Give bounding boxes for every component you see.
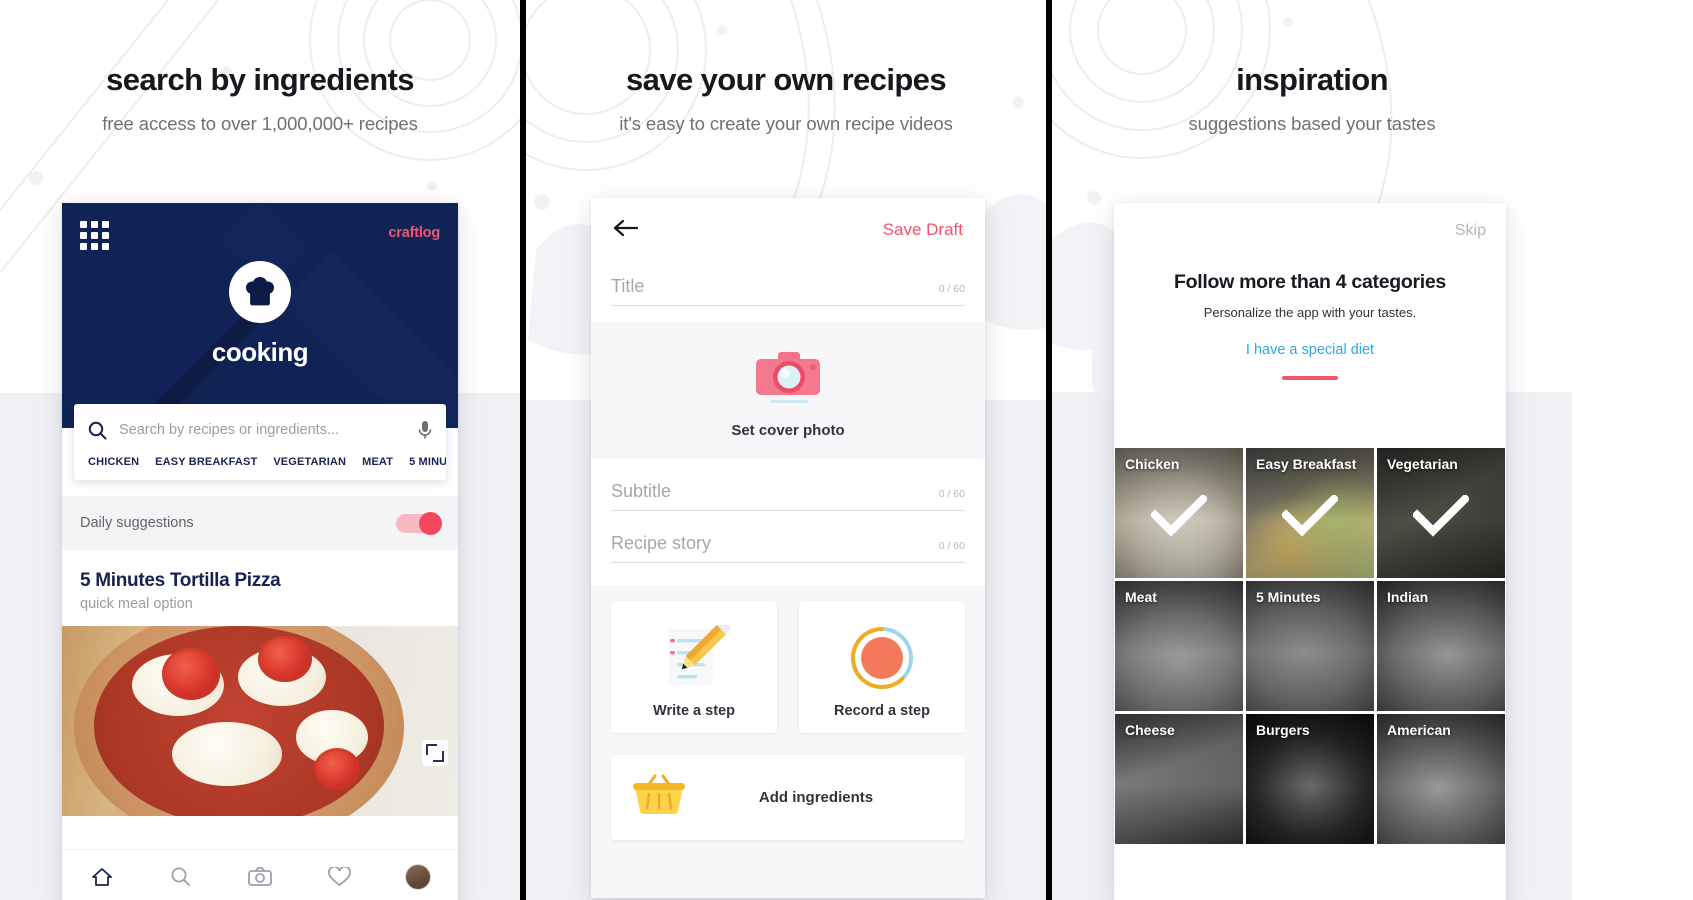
category-tile[interactable]: 5 Minutes (1246, 581, 1374, 711)
record-a-step-label: Record a step (834, 703, 930, 719)
recipe-story-field[interactable]: Recipe story 0 / 60 (611, 533, 965, 563)
record-a-step-button[interactable]: Record a step (799, 601, 965, 733)
app-name-label: cooking (211, 337, 309, 367)
save-draft-button[interactable]: Save Draft (883, 220, 963, 240)
recipe-card[interactable]: 5 Minutes Tortilla Pizza quick meal opti… (62, 550, 458, 900)
category-tile[interactable]: Indian (1377, 581, 1505, 711)
daily-suggestions-row: Daily suggestions (62, 496, 458, 550)
home-icon[interactable] (89, 864, 115, 890)
microphone-icon[interactable] (418, 420, 432, 440)
check-icon (1282, 494, 1338, 537)
category-label: Indian (1387, 589, 1429, 605)
pencil-note-icon (611, 623, 777, 693)
write-a-step-label: Write a step (653, 703, 735, 719)
search-icon (88, 421, 107, 439)
basket-icon (631, 771, 687, 824)
category-label: Meat (1125, 589, 1157, 605)
category-tile[interactable]: Cheese (1115, 714, 1243, 844)
add-ingredients-button[interactable]: Add ingredients (611, 755, 965, 840)
title-field[interactable]: Title 0 / 60 (611, 276, 965, 306)
category-tile[interactable]: Meat (1115, 581, 1243, 711)
category-label: Burgers (1256, 722, 1310, 738)
search-placeholder: Search by recipes or ingredients... (119, 422, 340, 438)
check-icon (1151, 494, 1207, 537)
chip-meat[interactable]: MEAT (362, 456, 393, 468)
category-label: Vegetarian (1387, 456, 1458, 472)
category-label: 5 Minutes (1256, 589, 1321, 605)
chip-vegetarian[interactable]: VEGETARIAN (273, 456, 346, 468)
recipe-story-placeholder: Recipe story (611, 533, 712, 553)
category-tile[interactable]: American (1377, 714, 1505, 844)
page-subtitle: suggestions based your tastes (1188, 113, 1436, 134)
fullscreen-icon[interactable] (422, 740, 448, 766)
category-label: Cheese (1125, 722, 1175, 738)
page-title: save your own recipes (626, 62, 947, 97)
promo-panel-create: save your own recipes it's easy to creat… (526, 0, 1046, 900)
phone-mock-categories: Skip Follow more than 4 categories Perso… (1114, 203, 1506, 900)
chef-hat-icon (229, 261, 291, 323)
chip-5-minutes[interactable]: 5 MINUTES (409, 456, 446, 468)
add-ingredients-label: Add ingredients (758, 789, 874, 806)
category-chips: CHICKEN EASY BREAKFAST VEGETARIAN MEAT 5… (74, 456, 446, 480)
promo-panel-inspiration: inspiration suggestions based your taste… (1052, 0, 1572, 900)
onboarding-toolbar: Skip (1114, 203, 1506, 259)
check-icon (1413, 494, 1469, 537)
onboarding-subtitle: Personalize the app with your tastes. (1203, 305, 1417, 320)
category-tile[interactable]: Burgers (1246, 714, 1374, 844)
onboarding-header: Follow more than 4 categories Personaliz… (1114, 259, 1506, 380)
right-margin (1572, 0, 1632, 900)
subtitle-counter: 0 / 60 (938, 488, 965, 500)
skip-button[interactable]: Skip (1455, 222, 1486, 240)
steps-section: Write a step Record a step Add ingredien… (591, 585, 985, 898)
onboarding-title: Follow more than 4 categories (1174, 271, 1446, 293)
category-label: American (1387, 722, 1451, 738)
phone-mock-search: craftlog cooking Search by recipes or in… (62, 203, 458, 900)
daily-suggestions-label: Daily suggestions (80, 515, 194, 531)
page-subtitle: free access to over 1,000,000+ recipes (102, 113, 418, 134)
camera-icon (591, 348, 985, 410)
daily-suggestions-toggle[interactable] (396, 511, 442, 535)
screenshot-stage: search by ingredients free access to ove… (0, 0, 1693, 900)
subtitle-field[interactable]: Subtitle 0 / 60 (611, 481, 965, 511)
search-card: Search by recipes or ingredients... CHIC… (74, 404, 446, 480)
page-title: search by ingredients (106, 62, 414, 97)
title-placeholder: Title (611, 276, 645, 296)
set-cover-photo-button[interactable]: Set cover photo (591, 322, 985, 459)
recipe-story-counter: 0 / 60 (938, 540, 965, 552)
category-label: Easy Breakfast (1256, 456, 1357, 472)
promo-panel-search: search by ingredients free access to ove… (0, 0, 520, 900)
write-a-step-button[interactable]: Write a step (611, 601, 777, 733)
category-tile[interactable]: Chicken (1115, 448, 1243, 578)
recipe-image (62, 626, 458, 816)
page-subtitle: it's easy to create your own recipe vide… (619, 113, 953, 134)
grid-menu-icon[interactable] (80, 221, 109, 250)
editor-toolbar: Save Draft (591, 198, 985, 262)
title-counter: 0 / 60 (938, 283, 965, 295)
app-hero-header: craftlog cooking (62, 203, 458, 428)
search-input[interactable]: Search by recipes or ingredients... (74, 404, 446, 456)
recipe-title: 5 Minutes Tortilla Pizza (80, 570, 281, 591)
category-label: Chicken (1125, 456, 1180, 472)
subtitle-placeholder: Subtitle (611, 481, 672, 501)
accent-divider (1282, 375, 1338, 380)
back-arrow-icon[interactable] (613, 219, 639, 242)
chip-chicken[interactable]: CHICKEN (88, 456, 139, 468)
bottom-navigation (62, 849, 458, 900)
heart-icon[interactable] (326, 864, 352, 890)
camera-icon[interactable] (247, 864, 273, 890)
brand-label: craftlog (388, 225, 440, 241)
record-button-icon (799, 623, 965, 693)
special-diet-link[interactable]: I have a special diet (1144, 342, 1476, 358)
set-cover-photo-label: Set cover photo (731, 422, 845, 439)
category-tile[interactable]: Vegetarian (1377, 448, 1505, 578)
page-title: inspiration (1236, 62, 1388, 97)
avatar[interactable] (405, 863, 432, 890)
category-grid: Chicken Easy Breakfast Vegetarian Meat 5… (1114, 448, 1506, 900)
category-tile[interactable]: Easy Breakfast (1246, 448, 1374, 578)
recipe-subtitle: quick meal option (80, 596, 193, 612)
search-icon[interactable] (168, 864, 194, 890)
chip-easy-breakfast[interactable]: EASY BREAKFAST (155, 456, 257, 468)
phone-mock-create: Save Draft Title 0 / 60 Set cover photo … (591, 198, 985, 898)
